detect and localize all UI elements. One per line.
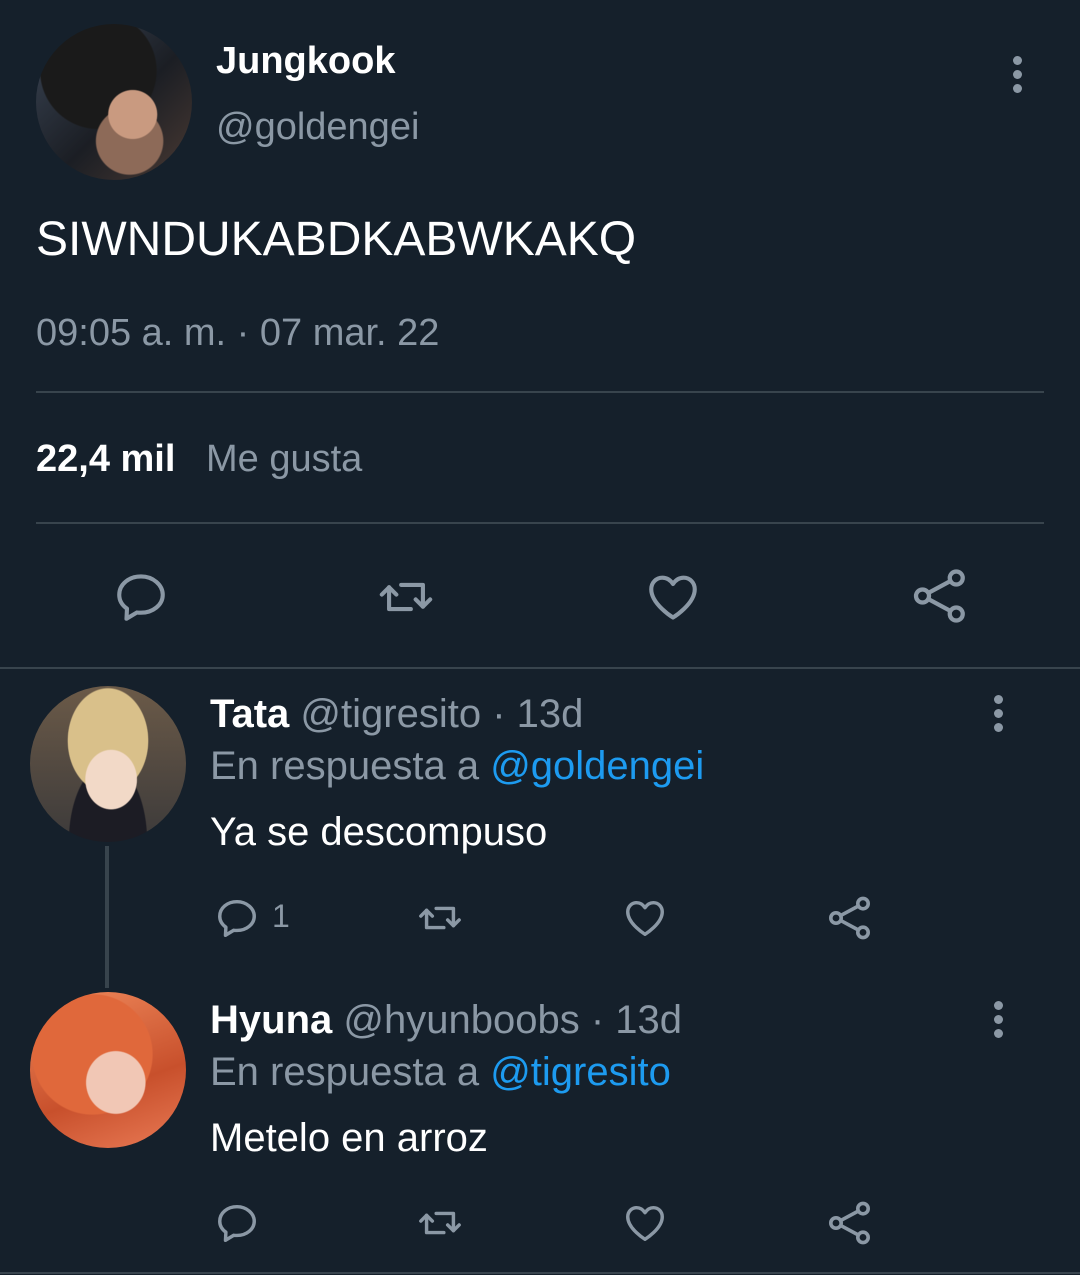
bottom-divider [0, 1272, 1080, 1274]
likes-stat[interactable]: 22,4 mil Me gusta [36, 438, 362, 481]
like-icon[interactable] [621, 895, 669, 941]
like-icon[interactable] [621, 1200, 669, 1246]
reply-to-link[interactable]: @goldengei [490, 744, 704, 788]
display-name[interactable]: Jungkook [216, 40, 395, 83]
thread-line [105, 846, 109, 988]
reply-context: En respuesta a @tigresito [210, 1050, 671, 1095]
tweet-age: · 13d [492, 692, 584, 736]
reply-icon[interactable] [214, 895, 260, 941]
tweet-text: Metelo en arroz [210, 1116, 488, 1160]
likes-label: Me gusta [205, 438, 363, 480]
reply-icon[interactable] [214, 1200, 260, 1246]
reply-prefix: En respuesta a [210, 744, 480, 788]
like-icon[interactable] [643, 568, 703, 626]
avatar[interactable] [30, 686, 186, 842]
retweet-icon[interactable] [414, 895, 466, 941]
reply-to-link[interactable]: @tigresito [490, 1050, 671, 1094]
share-icon[interactable] [910, 566, 970, 626]
divider [36, 522, 1044, 524]
user-handle[interactable]: @hyunboobs [343, 998, 579, 1042]
display-name[interactable]: Tata [210, 692, 289, 736]
tweet-timestamp[interactable]: 09:05 a. m. · 07 mar. 22 [36, 312, 439, 355]
retweet-icon[interactable] [414, 1200, 466, 1246]
likes-count: 22,4 mil [36, 438, 176, 480]
avatar[interactable] [30, 992, 186, 1148]
tweet-age: · 13d [590, 998, 682, 1042]
reply-header: Hyuna @hyunboobs · 13d [210, 998, 682, 1043]
reply-icon[interactable] [112, 568, 170, 626]
share-icon[interactable] [826, 894, 874, 942]
tweet-text: Ya se descompuso [210, 810, 548, 854]
reply-context: En respuesta a @goldengei [210, 744, 704, 789]
reply-prefix: En respuesta a [210, 1050, 480, 1094]
retweet-icon[interactable] [376, 568, 436, 626]
more-options-icon[interactable] [992, 1001, 1004, 1041]
section-divider [0, 667, 1080, 669]
share-icon[interactable] [826, 1199, 874, 1247]
reply-count: 1 [272, 898, 290, 934]
user-handle[interactable]: @goldengei [216, 106, 419, 149]
reply-header: Tata @tigresito · 13d [210, 692, 583, 737]
user-handle[interactable]: @tigresito [300, 692, 481, 736]
avatar[interactable] [36, 24, 192, 180]
display-name[interactable]: Hyuna [210, 998, 332, 1042]
tweet-text: SIWNDUKABDKABWKAKQ [36, 213, 637, 266]
more-options-icon[interactable] [1011, 56, 1023, 96]
more-options-icon[interactable] [992, 695, 1004, 735]
divider [36, 391, 1044, 393]
